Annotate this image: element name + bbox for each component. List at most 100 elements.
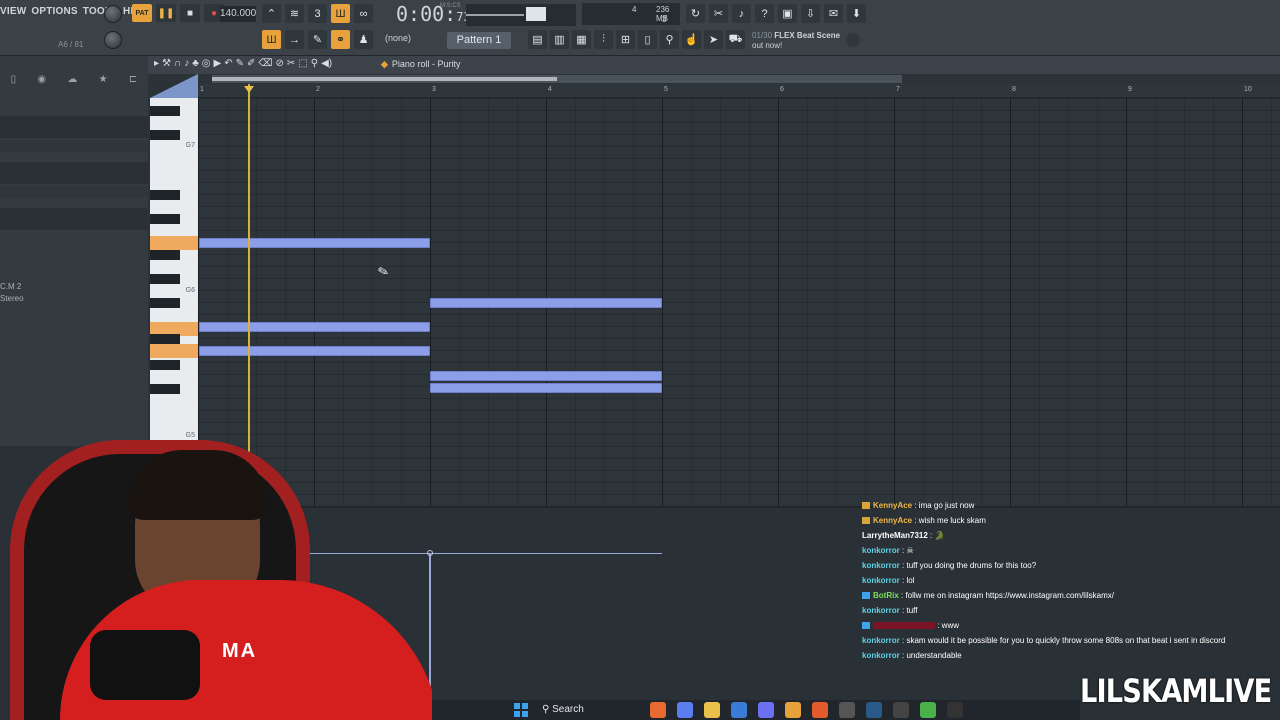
chat-icon[interactable]: ✉ <box>824 4 843 23</box>
brush-icon[interactable]: ✐ <box>247 58 255 69</box>
export-icon[interactable]: ⇩ <box>801 4 820 23</box>
app-icon[interactable] <box>650 702 666 718</box>
stop-button[interactable]: ■ <box>180 4 200 22</box>
brave-icon[interactable] <box>812 702 828 718</box>
active-key[interactable] <box>150 236 198 250</box>
store-icon[interactable] <box>731 702 747 718</box>
cart-icon[interactable]: ⛟ <box>726 30 745 49</box>
pattern-song-toggle[interactable]: PAT <box>132 4 152 22</box>
black-key[interactable] <box>150 360 180 370</box>
steam-icon[interactable] <box>866 702 882 718</box>
pattern-selector[interactable]: Pattern 1 <box>447 32 511 49</box>
star-icon[interactable]: ★ <box>99 74 108 92</box>
note-icon[interactable]: ♪ <box>184 58 189 69</box>
all-icon[interactable]: ▯ <box>11 74 17 92</box>
midi-note[interactable] <box>430 298 662 308</box>
eraser-icon[interactable]: ⌫ <box>258 58 272 69</box>
black-key[interactable] <box>150 190 180 200</box>
playhead-marker-icon[interactable] <box>244 86 254 93</box>
black-key[interactable] <box>150 334 180 344</box>
tempo-display[interactable]: 140.000 <box>220 6 256 22</box>
pause-button[interactable]: ❚❚ <box>156 4 176 22</box>
menu-arrow-icon[interactable]: ▸ <box>154 58 159 69</box>
windows-start-icon[interactable] <box>514 703 528 717</box>
download-icon[interactable]: ⬇ <box>847 4 866 23</box>
stamp-tool-icon[interactable]: ♣ <box>192 58 199 69</box>
black-key[interactable] <box>150 130 180 140</box>
globe-icon[interactable] <box>846 33 860 47</box>
link-icon[interactable]: ⚭ <box>331 30 350 49</box>
rewind-icon[interactable]: ↶ <box>224 58 232 69</box>
taskbar-search[interactable]: ⚲ Search <box>542 702 636 718</box>
loop-record-icon[interactable]: ∞ <box>354 4 373 23</box>
mixer-icon[interactable]: ⫶ <box>594 30 613 49</box>
app-icon[interactable] <box>893 702 909 718</box>
fl-studio-icon[interactable] <box>785 702 801 718</box>
tag-icon[interactable]: ⊏ <box>129 74 137 92</box>
midi-note[interactable] <box>199 322 430 332</box>
browser-row[interactable] <box>0 162 148 184</box>
countdown-icon[interactable]: 3 <box>308 4 327 23</box>
pencil-tool-icon[interactable]: ✎ <box>236 58 244 69</box>
bar-ruler[interactable]: 1 2 3 4 5 6 7 8 9 10 <box>198 84 1280 98</box>
black-key[interactable] <box>150 106 180 116</box>
app-icon[interactable] <box>947 702 963 718</box>
master-pitch-knob[interactable] <box>104 31 122 49</box>
playhead[interactable] <box>248 84 250 470</box>
discord-icon[interactable] <box>758 702 774 718</box>
master-volume-knob[interactable] <box>104 5 122 23</box>
active-key[interactable] <box>150 344 198 358</box>
undo-history-icon[interactable]: ↻ <box>686 4 705 23</box>
help-icon[interactable]: ? <box>755 4 774 23</box>
file-explorer-icon[interactable] <box>704 702 720 718</box>
piano-roll-icon[interactable]: ▥ <box>550 30 569 49</box>
browser-row[interactable] <box>0 116 148 138</box>
snap-select[interactable]: (none) <box>385 33 411 43</box>
browser-row[interactable] <box>0 140 148 152</box>
pencil-icon[interactable]: ✎ <box>308 30 327 49</box>
piano-keyboard[interactable]: G7 G6 G5 <box>150 98 198 442</box>
touch-icon[interactable]: ☝ <box>682 30 701 49</box>
menu-view[interactable]: VIEW <box>0 6 26 17</box>
browser-icon[interactable]: ⊞ <box>616 30 635 49</box>
cloud-icon[interactable]: ☁ <box>67 74 77 92</box>
channel-rack-icon[interactable]: ▦ <box>572 30 591 49</box>
menu-options[interactable]: OPTIONS <box>31 6 77 17</box>
obs-icon[interactable] <box>839 702 855 718</box>
zoom-icon[interactable]: ⚲ <box>311 58 318 69</box>
blend-notes-icon[interactable]: Ш <box>331 4 350 23</box>
zoom-corner[interactable] <box>150 74 198 98</box>
horizontal-scrollbar[interactable] <box>212 75 902 83</box>
play-icon[interactable]: ▶ <box>213 58 221 69</box>
browser-row[interactable] <box>0 208 148 230</box>
speaker-icon[interactable]: ◀) <box>321 58 332 69</box>
piano-keys-icon[interactable]: Ш <box>262 30 281 49</box>
target-icon[interactable]: ◎ <box>202 58 211 69</box>
midi-note[interactable] <box>430 371 662 381</box>
midi-note[interactable] <box>430 383 662 393</box>
midi-note[interactable] <box>199 238 430 248</box>
slice-icon[interactable]: ✂ <box>287 58 295 69</box>
black-key[interactable] <box>150 214 180 224</box>
black-key[interactable] <box>150 274 180 284</box>
save-icon[interactable]: ▣ <box>778 4 797 23</box>
browser-row[interactable] <box>0 186 148 198</box>
black-key[interactable] <box>150 250 180 260</box>
wait-icon[interactable]: ≋ <box>285 4 304 23</box>
mic-icon[interactable]: ♪ <box>732 4 751 23</box>
plugin-db-icon[interactable]: ◉ <box>37 74 46 92</box>
copilot-icon[interactable] <box>677 702 693 718</box>
arrow-icon[interactable]: → <box>285 30 304 49</box>
plugin-icon[interactable]: ⚲ <box>660 30 679 49</box>
wrench-icon[interactable]: ⚒ <box>162 58 171 69</box>
stamp-icon[interactable]: ♟ <box>354 30 373 49</box>
app-icon[interactable] <box>920 702 936 718</box>
black-key[interactable] <box>150 384 180 394</box>
mute-icon[interactable]: ⊘ <box>276 58 284 69</box>
black-key[interactable] <box>150 298 180 308</box>
file-icon[interactable]: ▯ <box>638 30 657 49</box>
scroll-thumb[interactable] <box>212 77 557 81</box>
metronome-icon[interactable]: ⌃ <box>262 4 281 23</box>
magnet-icon[interactable]: ∩ <box>174 58 181 69</box>
select-icon[interactable]: ⬚ <box>298 58 307 69</box>
